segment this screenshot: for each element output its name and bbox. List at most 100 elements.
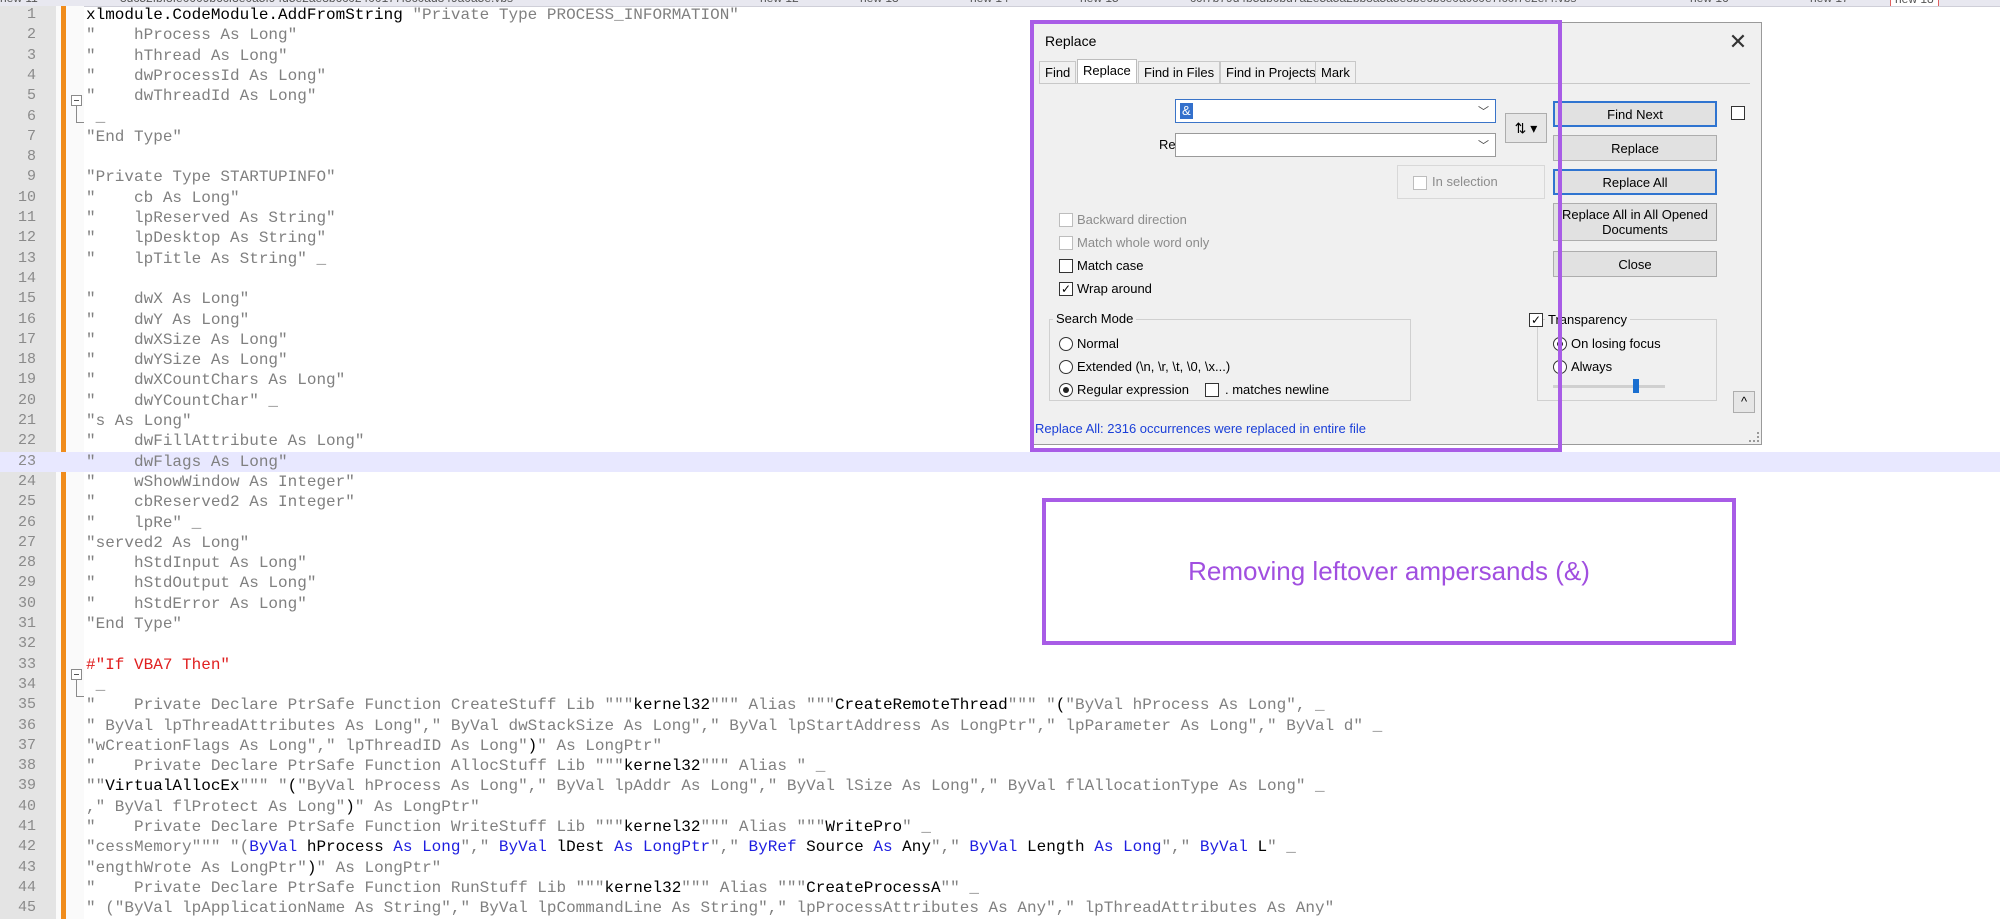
code-line[interactable]: 41 " Private Declare PtrSafe Function Wri… <box>0 817 2000 837</box>
code-token: ) <box>527 737 538 755</box>
code-token: As Long <box>393 838 461 856</box>
line-number: 32 <box>17 635 36 652</box>
code-token: "ByVal hProcess As Long"," ByVal lpAddr … <box>297 777 1325 795</box>
code-line[interactable]: 39 ""VirtualAllocEx""" "("ByVal hProcess … <box>0 776 2000 796</box>
code-token: ( <box>287 777 298 795</box>
replace-button[interactable]: Replace <box>1553 135 1717 161</box>
collapse-icon[interactable]: ^ <box>1733 391 1755 413</box>
line-text: " hThread As Long" <box>86 46 288 66</box>
code-token: "ByVal hProcess As Long", _ <box>1065 696 1325 714</box>
current-line[interactable]: 23 " dwFlags As Long" <box>0 452 2000 472</box>
line-text: " ByVal lpThreadAttributes As Long"," By… <box>86 716 1382 736</box>
code-token: " Private Declare PtrSafe Function RunSt… <box>86 879 605 897</box>
code-token: " hThread As Long" <box>86 47 288 65</box>
code-token: ) <box>345 798 355 816</box>
code-token: " cb As Long" <box>86 189 240 207</box>
code-line[interactable]: 45 " ("ByVal lpApplicationName As String"… <box>0 898 2000 918</box>
line-number: 9 <box>26 168 36 185</box>
code-line[interactable]: 33 #"If VBA7 Then" <box>0 655 2000 675</box>
line-number: 17 <box>17 331 36 348</box>
code-token: " hStdError As Long" <box>86 595 307 613</box>
code-line[interactable]: 40 ," ByVal flProtect As Long")" As LongP… <box>0 797 2000 817</box>
code-token: " lpReserved As String" <box>86 209 336 227</box>
line-number: 1 <box>26 6 36 23</box>
code-token: "End Type" <box>86 615 183 633</box>
code-token: ) <box>306 859 317 877</box>
line-text: " dwFlags As Long" <box>86 452 288 472</box>
code-line[interactable]: 43 "engthWrote As LongPtr")" As LongPtr" <box>0 858 2000 878</box>
code-line[interactable]: 38 " Private Declare PtrSafe Function All… <box>0 756 2000 776</box>
code-token: " dwThreadId As Long" <box>86 87 317 105</box>
replace-all-button[interactable]: Replace All <box>1553 169 1717 195</box>
line-number: 37 <box>17 737 36 754</box>
code-token: "," <box>930 838 970 856</box>
code-token: #"If VBA7 Then" <box>86 656 231 674</box>
transparency-slider-track[interactable] <box>1553 385 1665 388</box>
line-number: 38 <box>17 757 36 774</box>
code-token: "Private Type PROCESS_INFORMATION" <box>412 6 739 24</box>
code-token: "" _ <box>940 879 979 897</box>
line-number: 8 <box>26 148 36 165</box>
code-token: kernel32 <box>633 696 711 714</box>
line-text: ," ByVal flProtect As Long")" As LongPtr… <box>86 797 480 817</box>
code-token: " cbReserved2 As Integer" <box>86 493 355 511</box>
fold-end <box>76 696 84 697</box>
code-token: " dwYSize As Long" <box>86 351 288 369</box>
transparency-slider-thumb[interactable] <box>1633 379 1639 393</box>
code-token: " wShowWindow As Integer" <box>86 473 355 491</box>
fold-toggle-icon[interactable] <box>71 669 82 680</box>
find-next-button[interactable]: Find Next <box>1553 101 1717 127</box>
line-text: " cb As Long" <box>86 188 240 208</box>
code-line[interactable]: 42 "cessMemory""" "(ByVal hProcess As Lon… <box>0 837 2000 857</box>
line-text: "cessMemory""" "(ByVal hProcess As Long"… <box>86 837 1296 857</box>
on-losing-focus-label: On losing focus <box>1571 336 1661 351</box>
code-token: " As LongPtr" <box>354 798 480 816</box>
line-number: 5 <box>26 87 36 104</box>
code-token: ByVal <box>1199 838 1248 856</box>
line-text: _ <box>86 675 106 695</box>
close-icon[interactable]: ✕ <box>1723 27 1753 57</box>
replace-all-opened-button[interactable]: Replace All in All Opened Documents <box>1553 203 1717 241</box>
code-token: _ <box>86 108 106 126</box>
line-text: " dwYSize As Long" <box>86 350 288 370</box>
line-number: 26 <box>17 514 36 531</box>
code-token: " dwProcessId As Long" <box>86 67 327 85</box>
line-text: " hStdError As Long" <box>86 594 307 614</box>
code-token: "served2 As Long" <box>86 534 250 552</box>
code-line[interactable]: 36 " ByVal lpThreadAttributes As Long"," … <box>0 716 2000 736</box>
line-number: 42 <box>17 838 36 855</box>
line-text: " lpRe" _ <box>86 513 201 533</box>
line-text: "End Type" <box>86 614 182 634</box>
fold-toggle-icon[interactable] <box>71 95 82 106</box>
close-button[interactable]: Close <box>1553 251 1717 277</box>
code-token: Any <box>892 838 931 856</box>
code-token: Source <box>796 838 874 856</box>
always-label: Always <box>1571 359 1613 374</box>
code-token: " dwXSize As Long" <box>86 331 288 349</box>
code-line[interactable]: 37 "wCreationFlags As Long"," lpThreadID … <box>0 736 2000 756</box>
find-next-option-checkbox[interactable] <box>1731 106 1745 120</box>
line-number: 41 <box>17 818 36 835</box>
line-text: " dwXCountChars As Long" <box>86 370 345 390</box>
code-line[interactable]: 34 _ <box>0 675 2000 695</box>
code-token: ByVal <box>969 838 1018 856</box>
line-text: " wShowWindow As Integer" <box>86 472 355 492</box>
line-text: " lpReserved As String" <box>86 208 336 228</box>
code-token: L <box>1247 838 1268 856</box>
resize-grip-icon[interactable] <box>1749 432 1759 442</box>
code-line[interactable]: 24 " wShowWindow As Integer" <box>0 472 2000 492</box>
code-token: "," <box>710 838 749 856</box>
code-token: "," <box>1161 838 1200 856</box>
code-token: " dwYCountChar" _ <box>86 392 279 410</box>
line-number: 44 <box>17 879 36 896</box>
line-number: 21 <box>17 412 36 429</box>
code-line[interactable]: 35 " Private Declare PtrSafe Function Cre… <box>0 695 2000 715</box>
code-token: """ " <box>1007 696 1056 714</box>
line-number: 12 <box>17 229 36 246</box>
code-line[interactable]: 44 " Private Declare PtrSafe Function Run… <box>0 878 2000 898</box>
code-token: "End Type" <box>86 128 183 146</box>
caption-box: Removing leftover ampersands (&) <box>1042 498 1736 645</box>
code-token: "wCreationFlags As Long"," lpThreadID As… <box>86 737 528 755</box>
caption-text: Removing leftover ampersands (&) <box>1188 556 1590 586</box>
code-token: " lpTitle As String" _ <box>86 250 327 268</box>
